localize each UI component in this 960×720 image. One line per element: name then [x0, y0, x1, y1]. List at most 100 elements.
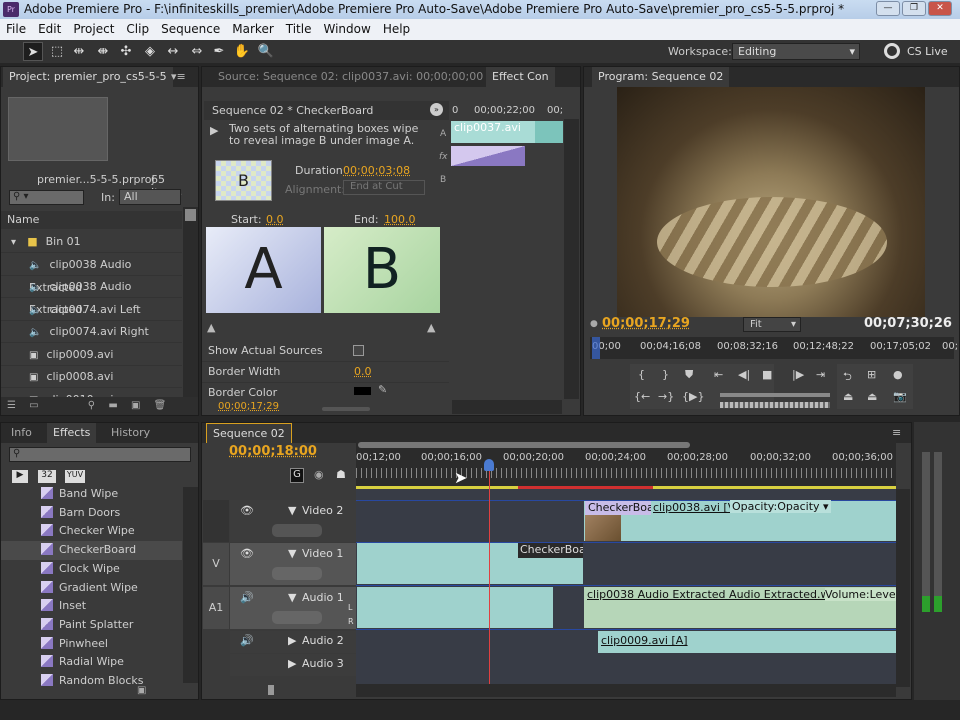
- pen-tool-icon[interactable]: ✒: [209, 42, 229, 61]
- volume-dropdown[interactable]: Volume:Level: [825, 588, 899, 601]
- menu-window[interactable]: Window: [317, 22, 376, 36]
- set-marker-icon[interactable]: ⛊: [685, 368, 693, 382]
- new-item-icon[interactable]: ▣: [131, 400, 140, 411]
- clip-clip0037[interactable]: clip0037.avi: [451, 121, 535, 143]
- expand-triangle-icon[interactable]: ▼: [288, 591, 296, 604]
- border-width-value[interactable]: 0.0: [354, 365, 372, 378]
- close-button[interactable]: ✕: [928, 1, 952, 16]
- ripple-edit-tool-icon[interactable]: ⇹: [69, 42, 89, 61]
- v2-target[interactable]: [203, 500, 229, 542]
- speaker-icon[interactable]: 🔊: [240, 591, 254, 604]
- effect-item[interactable]: CheckerBoard: [1, 541, 182, 560]
- playhead-line[interactable]: [489, 468, 490, 690]
- effect-item[interactable]: Paint Splatter: [41, 616, 133, 635]
- selection-tool-icon[interactable]: ➤: [23, 42, 43, 61]
- work-area-bar[interactable]: [358, 442, 690, 448]
- list-view-icon[interactable]: ☰: [7, 400, 16, 411]
- tab-info[interactable]: Info: [5, 423, 38, 443]
- effect-item[interactable]: Clock Wipe: [41, 560, 120, 579]
- play-icon[interactable]: |▶: [792, 368, 804, 381]
- set-marker-icon[interactable]: ◉: [314, 468, 324, 481]
- program-ruler[interactable]: 00;00 00;04;16;08 00;08;32;16 00;12;48;2…: [590, 337, 958, 359]
- effect-item[interactable]: Inset: [41, 597, 86, 616]
- alignment-dropdown[interactable]: End at Cut: [343, 180, 425, 195]
- maximize-button[interactable]: ❐: [902, 1, 926, 16]
- project-item[interactable]: 🔈 clip0038 Audio Extracted.: [1, 276, 182, 316]
- panel-menu-icon[interactable]: ▾≡: [171, 67, 186, 87]
- effect-item[interactable]: Radial Wipe: [41, 653, 124, 672]
- program-timecode[interactable]: 00;00;17;29: [602, 316, 690, 331]
- tab-effects[interactable]: Effects: [47, 423, 97, 443]
- a1-target[interactable]: A1: [203, 587, 229, 629]
- timeline-zoom-slider[interactable]: [268, 685, 274, 695]
- toggle-timeline-icon[interactable]: »: [430, 103, 443, 116]
- border-color-swatch[interactable]: [354, 387, 371, 395]
- start-value[interactable]: 0.0: [266, 213, 284, 226]
- jog-wheel[interactable]: [720, 402, 830, 408]
- set-sequence-marker-icon[interactable]: ☗: [336, 468, 346, 481]
- tab-source[interactable]: Source: Sequence 02: clip0037.avi: 00;00…: [212, 67, 489, 87]
- step-next-edit-icon[interactable]: ⇥: [816, 368, 825, 381]
- mark-in-icon[interactable]: {: [638, 368, 645, 381]
- cs-live-icon[interactable]: [884, 43, 900, 59]
- tab-program[interactable]: Program: Sequence 02: [592, 67, 730, 87]
- expand-triangle-icon[interactable]: ▼: [288, 547, 296, 560]
- workspace-dropdown[interactable]: Editing ▾: [732, 43, 860, 60]
- name-column-header[interactable]: Name: [1, 211, 182, 229]
- tab-sequence-02[interactable]: Sequence 02: [206, 423, 292, 443]
- tab-history[interactable]: History: [105, 423, 156, 443]
- keyframe-nav[interactable]: [272, 567, 322, 580]
- transition-checkerboard-v1[interactable]: CheckerBoard: [518, 543, 583, 558]
- project-item[interactable]: ▣ clip0009.avi: [1, 344, 182, 366]
- eye-icon[interactable]: 👁: [240, 504, 254, 517]
- shuttle-slider[interactable]: [720, 393, 830, 397]
- expand-triangle-icon[interactable]: ▼: [288, 504, 296, 517]
- effect-item[interactable]: Random Blocks: [41, 672, 144, 691]
- transition-checkerboard-v2[interactable]: CheckerBoar: [585, 501, 651, 515]
- cs-live-label[interactable]: CS Live: [907, 45, 948, 58]
- new-bin-icon[interactable]: ▬: [108, 400, 117, 411]
- hand-tool-icon[interactable]: ✋: [232, 42, 252, 61]
- output-icon[interactable]: ●: [893, 368, 903, 381]
- scroll-up-icon[interactable]: [185, 209, 196, 221]
- duration-value[interactable]: 00;00;03;08: [343, 164, 410, 177]
- step-back-icon[interactable]: ◀|: [738, 368, 750, 381]
- playhead-handle[interactable]: [484, 459, 494, 471]
- step-prev-edit-icon[interactable]: ⇤: [714, 368, 723, 381]
- rolling-edit-tool-icon[interactable]: ⇼: [93, 42, 113, 61]
- timeline-hscrollbar[interactable]: [356, 684, 896, 697]
- effects-search-input[interactable]: ⚲: [9, 447, 191, 462]
- timeline-vscrollbar[interactable]: [896, 489, 910, 687]
- extract-icon[interactable]: ⏏: [867, 390, 877, 403]
- in-dropdown[interactable]: All: [119, 189, 181, 205]
- eyedropper-icon[interactable]: ✎: [378, 383, 387, 396]
- speaker-icon[interactable]: 🔊: [240, 634, 254, 647]
- 32bit-badge[interactable]: 32: [38, 470, 56, 483]
- effects-scrollbar[interactable]: [183, 487, 198, 683]
- tab-effect-controls[interactable]: Effect Con: [486, 67, 555, 87]
- accelerated-effects-icon[interactable]: ▶: [12, 470, 28, 483]
- menu-clip[interactable]: Clip: [120, 22, 155, 36]
- project-item[interactable]: 🔈 clip0074.avi Left: [1, 299, 182, 321]
- transition-block[interactable]: [451, 146, 525, 166]
- clip-audio-1-left[interactable]: [357, 587, 553, 628]
- play-in-to-out-icon[interactable]: {▶}: [682, 390, 704, 403]
- effect-controls-timecode[interactable]: 00;00;17;29: [218, 401, 279, 412]
- project-scrollbar[interactable]: [183, 207, 198, 397]
- go-to-out-icon[interactable]: →}: [658, 390, 674, 403]
- rate-stretch-tool-icon[interactable]: ✣: [116, 42, 136, 61]
- project-item[interactable]: 🔈 clip0074.avi Right: [1, 321, 182, 343]
- effect-item[interactable]: Pinwheel: [41, 635, 108, 654]
- zoom-slider[interactable]: [322, 407, 370, 411]
- menu-project[interactable]: Project: [67, 22, 120, 36]
- snap-icon[interactable]: G: [290, 468, 304, 483]
- timeline-timecode[interactable]: 00;00;18:00: [229, 444, 317, 459]
- v1-target[interactable]: V: [203, 543, 229, 585]
- find-icon[interactable]: ⚲: [88, 400, 95, 411]
- safe-margins-icon[interactable]: ⊞: [867, 368, 876, 381]
- project-item[interactable]: 🔈 clip0038 Audio Extracted: [1, 254, 182, 294]
- collapse-triangle-icon[interactable]: ▶: [288, 634, 296, 647]
- lift-icon[interactable]: ⏏: [843, 390, 853, 403]
- end-slider-handle[interactable]: ▲: [427, 321, 435, 334]
- slide-tool-icon[interactable]: ⇔: [187, 42, 207, 61]
